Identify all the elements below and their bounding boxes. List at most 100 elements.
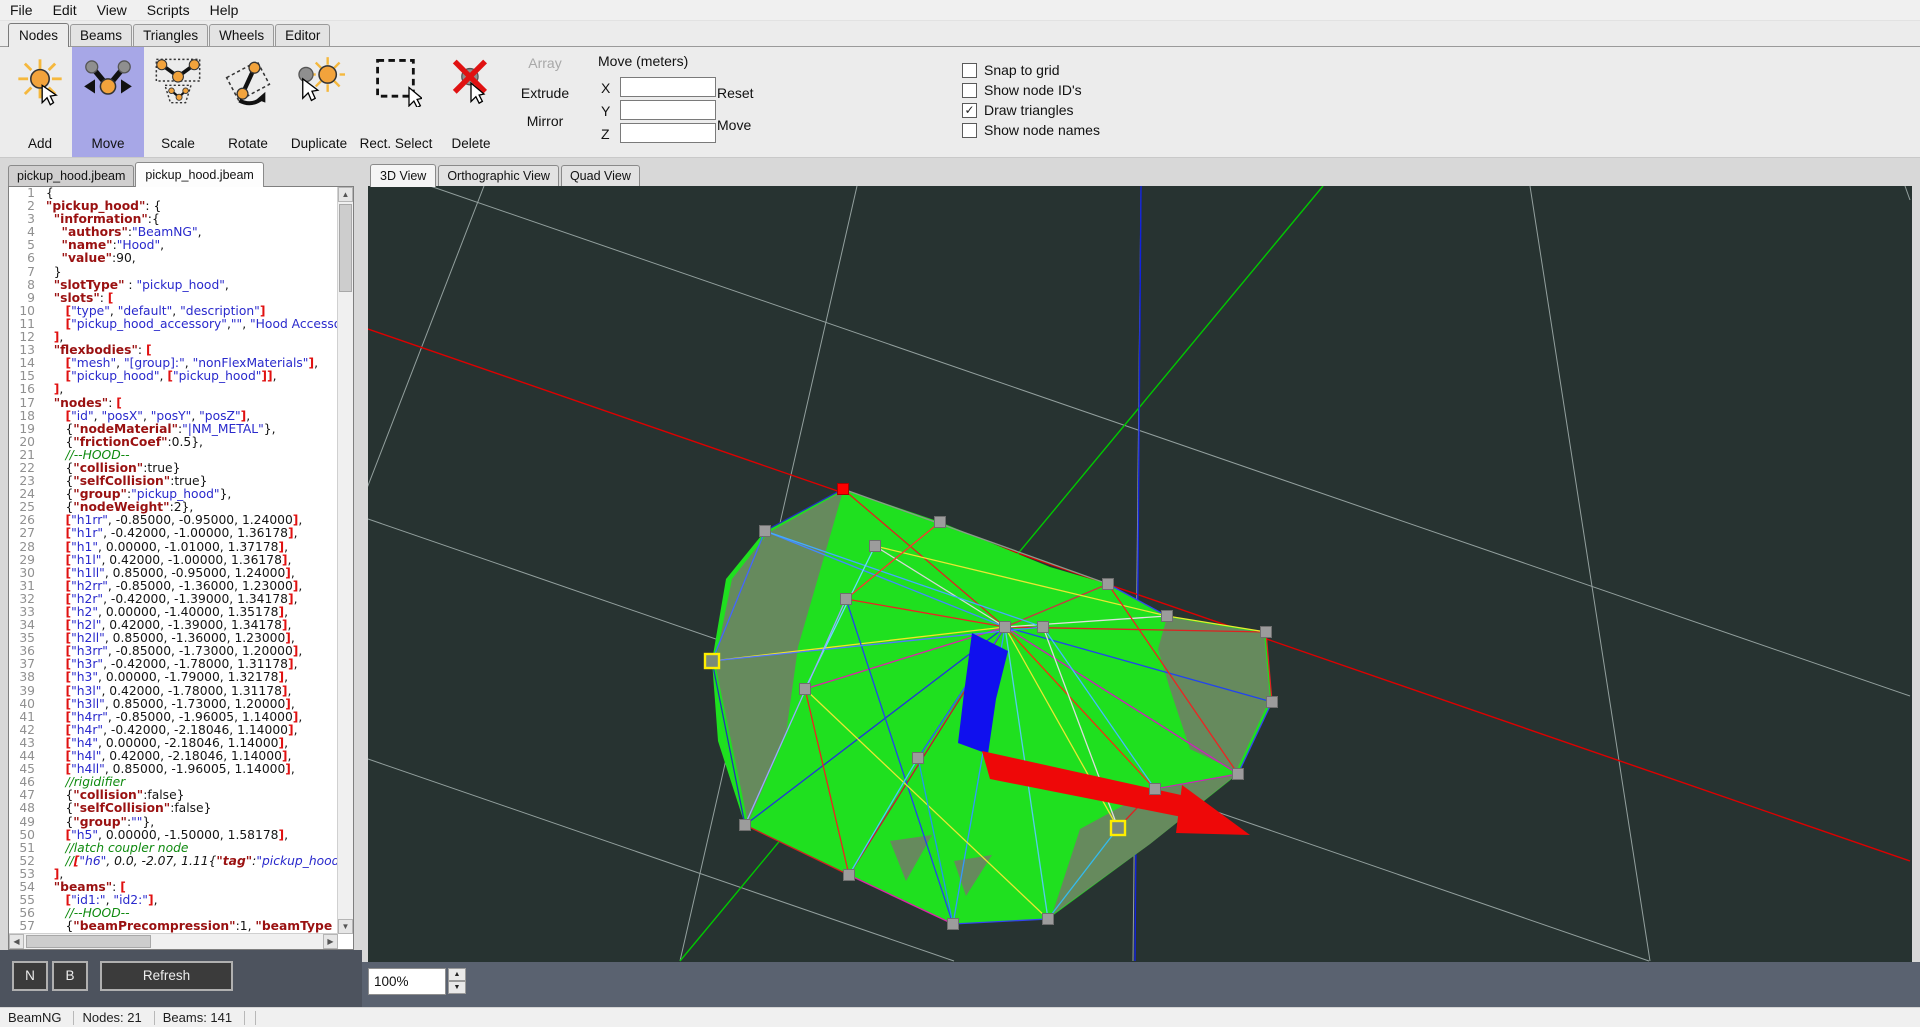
code-line[interactable]: 34 ["h2l", 0.42000, -1.39000, 1.34178], [9,619,338,632]
vertical-scroll-thumb[interactable] [339,204,352,292]
mesh-node[interactable] [1102,578,1114,590]
mesh-node[interactable] [1266,696,1278,708]
duplicate-tool-button[interactable]: Duplicate [284,47,354,157]
code-line[interactable]: 27 ["h1r", -0.42000, -1.00000, 1.36178], [9,527,338,540]
mesh-node[interactable] [1260,626,1272,638]
array-button[interactable]: Array [505,55,585,71]
mesh-node[interactable] [1037,621,1049,633]
mesh-node[interactable] [840,593,852,605]
code-line[interactable]: 32 ["h2r", -0.42000, -1.39000, 1.34178], [9,593,338,606]
tab-beams[interactable]: Beams [70,24,133,46]
code-line[interactable]: 28 ["h1", 0.00000, -1.01000, 1.37178], [9,541,338,554]
mesh-node[interactable] [947,918,959,930]
code-line[interactable]: 55 ["id1:", "id2:"], [9,894,338,907]
scroll-up-icon[interactable]: ▲ [338,187,353,202]
horizontal-scrollbar[interactable]: ◀ ▶ [9,933,338,949]
tab-3d-view[interactable]: 3D View [370,164,437,187]
code-line[interactable]: 25 {"nodeWeight":2}, [9,501,338,514]
code-line[interactable]: 24 {"group":"pickup_hood"}, [9,488,338,501]
code-line[interactable]: 30 ["h1ll", 0.85000, -0.95000, 1.24000], [9,567,338,580]
code-line[interactable]: 46 //rigidifier [9,776,338,789]
mesh-node[interactable] [739,819,751,831]
code-line[interactable]: 56 //--HOOD-- [9,907,338,920]
option-show-node-names[interactable]: ✓ Show node names [962,120,1100,140]
scale-tool-button[interactable]: Scale [144,47,212,157]
code-line[interactable]: 35 ["h2ll", 0.85000, -1.36000, 1.23000], [9,632,338,645]
beams-highlight-button[interactable]: B [52,961,88,991]
code-line[interactable]: 38 ["h3", 0.00000, -1.79000, 1.32178], [9,671,338,684]
code-line[interactable]: 29 ["h1l", 0.42000, -1.00000, 1.36178], [9,554,338,567]
code-line[interactable]: 10 ["type", "default", "description"] [9,305,338,318]
code-line[interactable]: 2 "pickup_hood": { [9,200,338,213]
code-line[interactable]: 39 ["h3l", 0.42000, -1.78000, 1.31178], [9,685,338,698]
refresh-button[interactable]: Refresh [100,961,233,991]
move-button[interactable]: Move [717,117,751,133]
code-text-area[interactable]: 1 {2 "pickup_hood": {3 "information":{4 … [9,187,338,934]
code-line[interactable]: 23 {"selfCollision":true} [9,475,338,488]
zoom-level-input[interactable]: 100% [368,968,446,995]
add-tool-button[interactable]: Add [8,47,72,157]
code-line[interactable]: 40 ["h3ll", 0.85000, -1.73000, 1.20000], [9,698,338,711]
code-line[interactable]: 6 "value":90, [9,252,338,265]
mesh-node[interactable] [912,752,924,764]
code-line[interactable]: 18 ["id", "posX", "posY", "posZ"], [9,410,338,423]
scroll-right-icon[interactable]: ▶ [323,934,338,949]
menu-edit[interactable]: Edit [43,0,87,20]
mesh-node-highlighted[interactable] [703,652,721,670]
code-line[interactable]: 4 "authors":"BeamNG", [9,226,338,239]
horizontal-scroll-thumb[interactable] [26,935,151,948]
3d-viewport[interactable] [368,186,1912,962]
code-line[interactable]: 52 //["h6", 0.0, -2.07, 1.11{"tag":"pick… [9,855,338,868]
code-line[interactable]: 48 {"selfCollision":false} [9,802,338,815]
scroll-left-icon[interactable]: ◀ [9,934,24,949]
code-line[interactable]: 17 "nodes": [ [9,397,338,410]
code-line[interactable]: 11 ["pickup_hood_accessory","", "Hood Ac… [9,318,338,331]
code-line[interactable]: 13 "flexbodies": [ [9,344,338,357]
tab-nodes[interactable]: Nodes [8,23,70,47]
code-line[interactable]: 20 {"frictionCoef":0.5}, [9,436,338,449]
option-draw-triangles[interactable]: ✓ Draw triangles [962,100,1100,120]
code-line[interactable]: 12 ], [9,331,338,344]
code-line[interactable]: 50 ["h5", 0.00000, -1.50000, 1.58178], [9,829,338,842]
tab-editor[interactable]: Editor [275,24,331,46]
mesh-node[interactable] [1232,768,1244,780]
code-line[interactable]: 31 ["h2rr", -0.85000, -1.36000, 1.23000]… [9,580,338,593]
move-z-input[interactable] [620,123,716,143]
rotate-tool-button[interactable]: Rotate [212,47,284,157]
code-line[interactable]: 9 "slots": [ [9,292,338,305]
nodes-highlight-button[interactable]: N [12,961,48,991]
delete-tool-button[interactable]: Delete [438,47,504,157]
code-line[interactable]: 26 ["h1rr", -0.85000, -0.95000, 1.24000]… [9,514,338,527]
scroll-down-icon[interactable]: ▼ [338,919,353,934]
draw-triangles-checkbox[interactable]: ✓ [962,102,977,118]
show-node-names-checkbox[interactable]: ✓ [962,122,977,138]
code-line[interactable]: 57 {"beamPrecompression":1, "beamType [9,920,338,933]
option-show-node-ids[interactable]: ✓ Show node ID's [962,80,1100,100]
tab-quad-view[interactable]: Quad View [560,165,640,186]
zoom-decrease-icon[interactable]: ▼ [448,981,466,994]
show-node-ids-checkbox[interactable]: ✓ [962,82,977,98]
code-line[interactable]: 42 ["h4r", -0.42000, -2.18046, 1.14000], [9,724,338,737]
menu-view[interactable]: View [87,0,137,20]
code-line[interactable]: 3 "information":{ [9,213,338,226]
rect-select-tool-button[interactable]: Rect. Select [354,47,438,157]
code-line[interactable]: 37 ["h3r", -0.42000, -1.78000, 1.31178], [9,658,338,671]
code-line[interactable]: 44 ["h4l", 0.42000, -2.18046, 1.14000], [9,750,338,763]
code-line[interactable]: 5 "name":"Hood", [9,239,338,252]
option-snap-to-grid[interactable]: ✓ Snap to grid [962,60,1100,80]
code-line[interactable]: 7 } [9,266,338,279]
code-line[interactable]: 36 ["h3rr", -0.85000, -1.73000, 1.20000]… [9,645,338,658]
menu-scripts[interactable]: Scripts [137,0,200,20]
extrude-button[interactable]: Extrude [505,85,585,101]
code-line[interactable]: 53 ], [9,868,338,881]
mesh-node[interactable] [1161,610,1173,622]
mesh-node[interactable] [934,516,946,528]
menu-file[interactable]: File [0,0,43,20]
tab-triangles[interactable]: Triangles [133,24,209,46]
code-line[interactable]: 22 {"collision":true} [9,462,338,475]
code-line[interactable]: 21 //--HOOD-- [9,449,338,462]
file-tab-2[interactable]: pickup_hood.jbeam [135,162,264,187]
code-line[interactable]: 1 { [9,187,338,200]
tab-orthographic-view[interactable]: Orthographic View [438,165,559,186]
code-line[interactable]: 33 ["h2", 0.00000, -1.40000, 1.35178], [9,606,338,619]
